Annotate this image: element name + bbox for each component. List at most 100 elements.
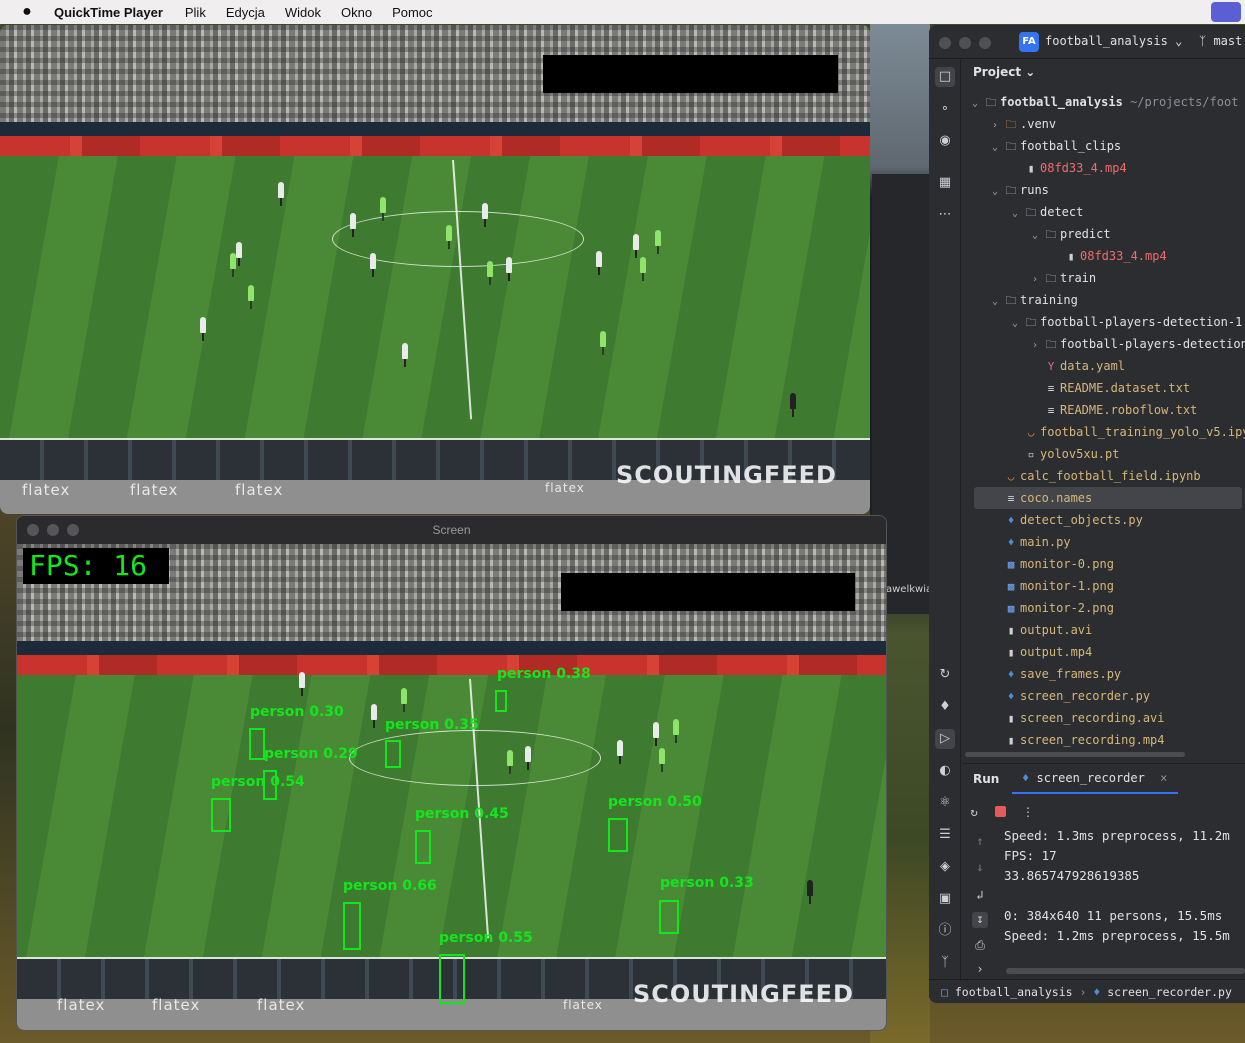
soft-wrap-icon[interactable]: ↲ bbox=[972, 888, 988, 904]
tree-item-coco-names[interactable]: ≡ coco.names bbox=[974, 487, 1242, 509]
zoom-button[interactable] bbox=[979, 37, 991, 49]
git-icon[interactable]: ᛉ bbox=[935, 953, 955, 973]
video-file-icon: ▮ bbox=[1007, 712, 1015, 725]
python-icon[interactable]: ♦ bbox=[935, 697, 955, 717]
print-icon[interactable]: ⎙ bbox=[972, 938, 988, 954]
tree-item-detection-1[interactable]: ⌄ 🗀 football-players-detection-1 bbox=[962, 311, 1245, 333]
terminal-icon[interactable]: ▣ bbox=[935, 889, 955, 909]
menu-okno[interactable]: Okno bbox=[341, 5, 372, 20]
menu-edycja[interactable]: Edycja bbox=[226, 5, 265, 20]
services-icon[interactable]: ⚛ bbox=[935, 793, 955, 813]
minimize-button[interactable] bbox=[959, 37, 971, 49]
tree-item-output-avi[interactable]: ▮ output.avi bbox=[962, 619, 1245, 641]
tree-item-screen-recorder[interactable]: ♦ screen_recorder.py bbox=[962, 685, 1245, 707]
more-icon[interactable]: ⋯ bbox=[935, 205, 955, 225]
run-icon[interactable]: ▷ bbox=[935, 729, 955, 749]
video-file-icon: ▮ bbox=[1067, 250, 1075, 263]
structure-icon[interactable]: ▦ bbox=[935, 173, 955, 193]
ide-window[interactable]: FA football_analysis ⌄ ᛉ mast □ ∘ ◉ ▦ ⋯ … bbox=[929, 25, 1245, 1003]
tree-item-train[interactable]: › 🗀 train bbox=[962, 267, 1245, 289]
menu-app-name[interactable]: QuickTime Player bbox=[54, 5, 163, 20]
tree-item-monitor-2[interactable]: ▩ monitor-2.png bbox=[962, 597, 1245, 619]
video-frame: flatex flatex flatex flatex SCOUTINGFEED bbox=[0, 25, 870, 514]
detection-frame: flatex flatex flatex flatex SCOUTINGFEED… bbox=[17, 544, 886, 1030]
refresh-icon[interactable]: ↻ bbox=[935, 665, 955, 685]
flatex-ad: flatex bbox=[235, 481, 284, 499]
detection-label: person 0.30 bbox=[250, 704, 344, 720]
tree-item-football-clips[interactable]: ⌄ 🗀 football_clips bbox=[962, 135, 1245, 157]
tree-item-clip-mp4[interactable]: ▮ 08fd33_4.mp4 bbox=[962, 157, 1245, 179]
chevron-right-icon[interactable]: › bbox=[972, 962, 988, 978]
project-badge[interactable]: FA bbox=[1019, 32, 1039, 52]
console-horizontal-scrollbar[interactable] bbox=[1006, 968, 1245, 974]
tree-item-yolov5xu[interactable]: ▫ yolov5xu.pt bbox=[962, 443, 1245, 465]
commit-icon[interactable]: ∘ bbox=[935, 99, 955, 119]
tree-item-main-py[interactable]: ♦ main.py bbox=[962, 531, 1245, 553]
close-button[interactable] bbox=[939, 37, 951, 49]
menu-widok[interactable]: Widok bbox=[285, 5, 321, 20]
stop-icon[interactable] bbox=[992, 804, 1008, 820]
tree-item-detect-objects[interactable]: ♦ detect_objects.py bbox=[962, 509, 1245, 531]
tree-item-venv[interactable]: › 🗀 .venv bbox=[962, 113, 1245, 135]
console-line: FPS: 17 bbox=[1004, 848, 1057, 863]
layers-icon[interactable]: ☰ bbox=[935, 825, 955, 845]
tree-item-predict-mp4[interactable]: ▮ 08fd33_4.mp4 bbox=[962, 245, 1245, 267]
quicktime-video-window[interactable]: flatex flatex flatex flatex SCOUTINGFEED bbox=[0, 25, 870, 514]
tree-item-training-notebook[interactable]: ◡ football_training_yolo_v5.ipy bbox=[962, 421, 1245, 443]
video-file-icon: ▮ bbox=[1027, 162, 1035, 175]
close-icon[interactable]: × bbox=[1160, 771, 1167, 785]
tree-item-screen-recording-avi[interactable]: ▮ screen_recording.avi bbox=[962, 707, 1245, 729]
tree-item-monitor-1[interactable]: ▩ monitor-1.png bbox=[962, 575, 1245, 597]
image-file-icon: ▩ bbox=[1007, 602, 1015, 615]
run-tab-screen-recorder[interactable]: ♦ screen_recorder × bbox=[1012, 764, 1178, 794]
console-line: Speed: 1.2ms preprocess, 15.5m bbox=[1004, 928, 1230, 943]
tree-item-monitor-0[interactable]: ▩ monitor-0.png bbox=[962, 553, 1245, 575]
tree-item-screen-recording-mp4[interactable]: ▮ screen_recording.mp4 bbox=[962, 729, 1245, 751]
project-switcher[interactable]: football_analysis ⌄ bbox=[1045, 34, 1182, 48]
more-options-icon[interactable]: ⋮ bbox=[1020, 804, 1036, 820]
scroll-up-icon[interactable]: ↑ bbox=[972, 834, 988, 850]
chevron-right-icon: › bbox=[1031, 274, 1039, 285]
tree-item-root[interactable]: ⌄ 🗀 football_analysis ~/projects/foot bbox=[962, 91, 1245, 113]
status-project[interactable]: football_analysis bbox=[955, 985, 1073, 999]
folder-icon[interactable]: □ bbox=[935, 67, 955, 87]
ide-titlebar[interactable]: FA football_analysis ⌄ ᛉ mast bbox=[929, 25, 1245, 59]
close-button[interactable] bbox=[27, 524, 39, 536]
rerun-icon[interactable]: ↻ bbox=[966, 804, 982, 820]
detection-box bbox=[608, 818, 628, 852]
status-bar-icon[interactable] bbox=[1211, 2, 1241, 22]
tree-item-detect[interactable]: ⌄ 🗀 detect bbox=[962, 201, 1245, 223]
folder-icon: 🗀 bbox=[985, 96, 997, 109]
image-file-icon: ▩ bbox=[1007, 558, 1015, 571]
tree-item-runs[interactable]: ⌄ 🗀 runs bbox=[962, 179, 1245, 201]
status-file[interactable]: screen_recorder.py bbox=[1107, 985, 1232, 999]
tree-item-output-mp4[interactable]: ▮ output.mp4 bbox=[962, 641, 1245, 663]
apple-icon[interactable]: ● bbox=[0, 3, 54, 21]
detection-label: person 0.38 bbox=[497, 666, 591, 682]
tree-item-calc-notebook[interactable]: ◡ calc_football_field.ipynb bbox=[962, 465, 1245, 487]
screen-window-titlebar[interactable]: Screen bbox=[17, 516, 886, 544]
tree-item-save-frames[interactable]: ♦ save_frames.py bbox=[962, 663, 1245, 685]
scroll-down-icon[interactable]: ↓ bbox=[972, 860, 988, 876]
menu-pomoc[interactable]: Pomoc bbox=[392, 5, 432, 20]
project-panel-title[interactable]: Project ⌄ bbox=[973, 65, 1035, 79]
minimize-button[interactable] bbox=[47, 524, 59, 536]
branch-switcher[interactable]: ᛉ mast bbox=[1199, 34, 1242, 48]
python-console-icon[interactable]: ◈ bbox=[935, 857, 955, 877]
scoutingfeed-watermark: SCOUTINGFEED bbox=[633, 980, 854, 1008]
tree-item-training[interactable]: ⌄ 🗀 training bbox=[962, 289, 1245, 311]
packages-icon[interactable]: ◐ bbox=[935, 761, 955, 781]
tree-item-data-yaml[interactable]: Ydata.yaml bbox=[962, 355, 1245, 377]
tree-item-detection-sub[interactable]: › 🗀 football-players-detection bbox=[962, 333, 1245, 355]
scroll-to-end-icon[interactable]: ↧ bbox=[972, 912, 988, 928]
tree-item-predict[interactable]: ⌄ 🗀 predict bbox=[962, 223, 1245, 245]
tree-item-readme-roboflow[interactable]: ≡ README.roboflow.txt bbox=[962, 399, 1245, 421]
tree-item-readme-dataset[interactable]: ≡ README.dataset.txt bbox=[962, 377, 1245, 399]
screen-detection-window[interactable]: Screen flatex flatex flatex flatex SCOUT… bbox=[16, 515, 887, 1031]
menu-plik[interactable]: Plik bbox=[185, 5, 206, 20]
problems-icon[interactable]: ⓘ bbox=[935, 921, 955, 941]
flatex-ad: flatex bbox=[152, 996, 201, 1014]
project-horizontal-scrollbar[interactable] bbox=[965, 752, 1185, 757]
vcs-icon[interactable]: ◉ bbox=[935, 131, 955, 151]
zoom-button[interactable] bbox=[67, 524, 79, 536]
